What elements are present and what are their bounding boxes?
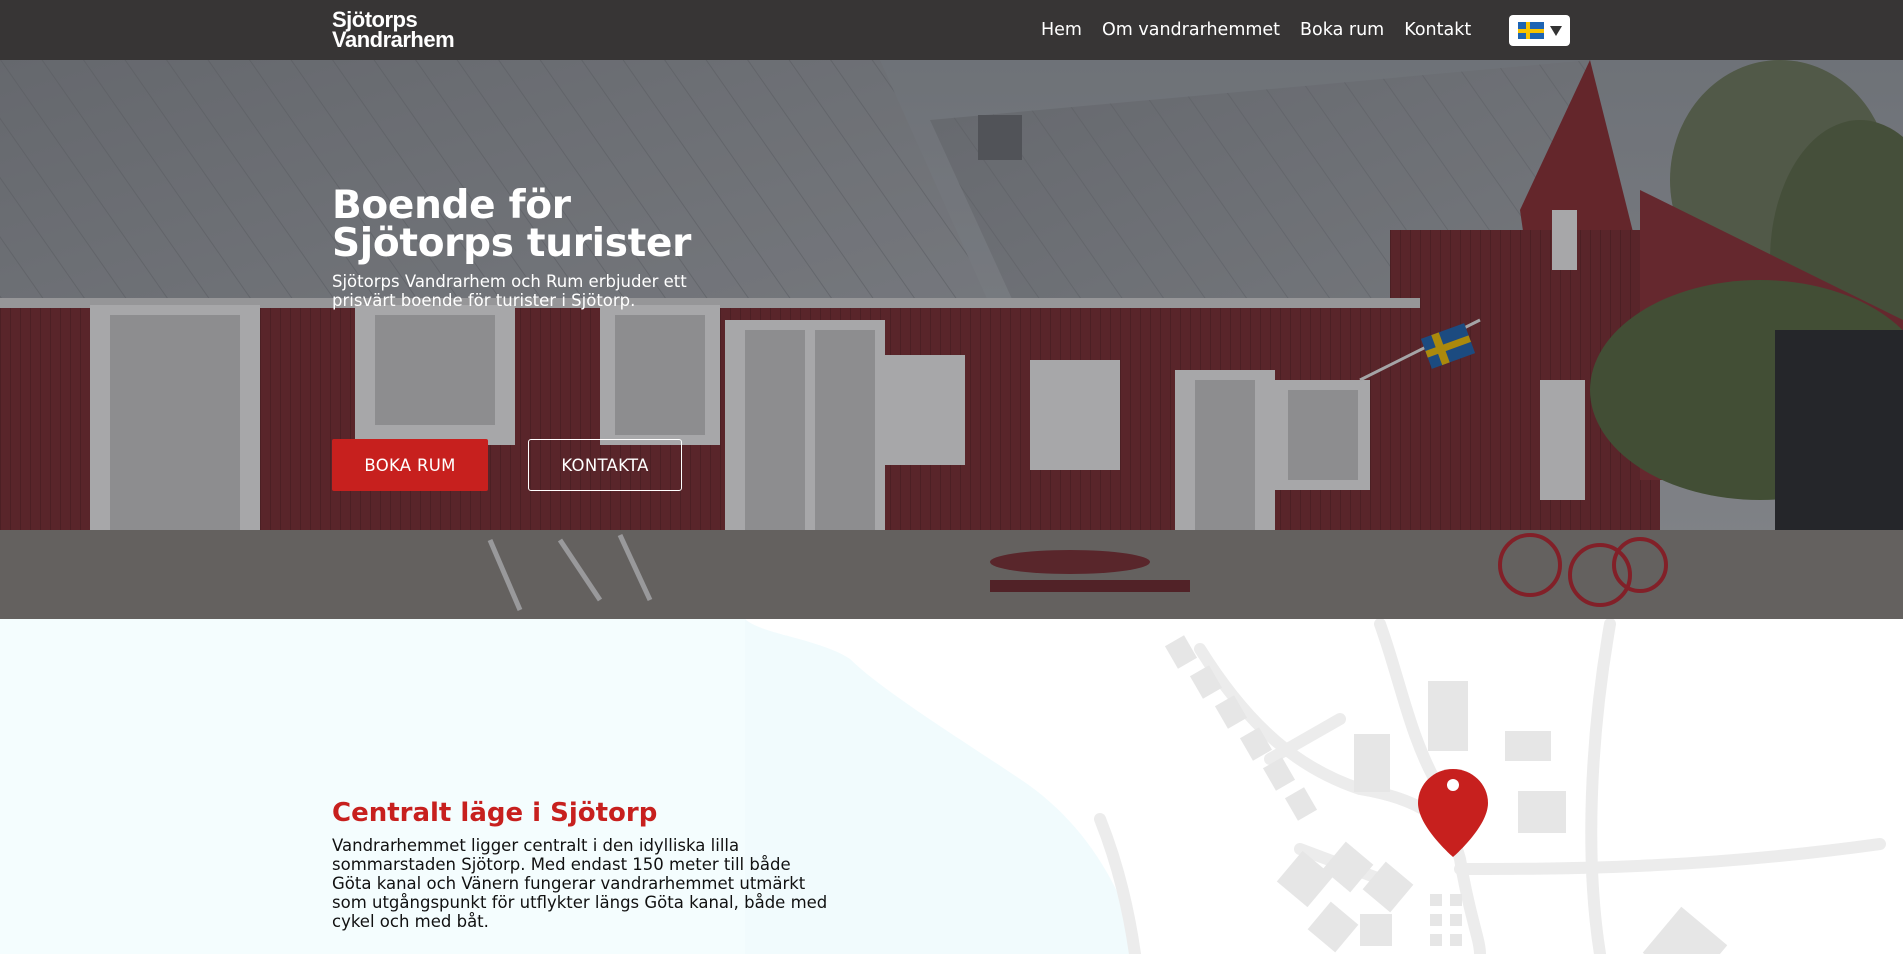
logo-line-2: Vandrarhem <box>332 27 455 52</box>
site-logo[interactable]: Sjötorps Vandrarhem <box>332 9 460 52</box>
nav-item-kontakt[interactable]: Kontakt <box>1404 20 1471 40</box>
book-room-button[interactable]: BOKA RUM <box>332 439 488 491</box>
location-description: Vandrarhemmet ligger centralt i den idyl… <box>332 836 828 931</box>
map-illustration <box>745 619 1903 954</box>
hero-overlay <box>0 60 1903 619</box>
hero-subtitle: Sjötorps Vandrarhem och Rum erbjuder ett… <box>332 272 687 310</box>
nav-item-boka-rum[interactable]: Boka rum <box>1300 20 1384 40</box>
location-section: Centralt läge i Sjötorp Vandrarhemmet li… <box>0 619 1903 954</box>
location-title: Centralt läge i Sjötorp <box>332 798 658 828</box>
swedish-flag-icon <box>1517 22 1544 39</box>
nav-item-hem[interactable]: Hem <box>1041 20 1082 40</box>
hero-title: Boende för Sjötorps turister <box>332 183 692 266</box>
top-navbar: Sjötorps Vandrarhem Hem Om vandrarhemmet… <box>0 0 1903 60</box>
language-selector[interactable] <box>1509 15 1570 46</box>
chevron-down-icon <box>1549 25 1562 36</box>
contact-button[interactable]: KONTAKTA <box>528 439 682 491</box>
main-menu: Hem Om vandrarhemmet Boka rum Kontakt <box>1041 0 1471 60</box>
hero-section: Boende för Sjötorps turister Sjötorps Va… <box>0 60 1903 619</box>
nav-item-om-vandrarhemmet[interactable]: Om vandrarhemmet <box>1102 20 1280 40</box>
